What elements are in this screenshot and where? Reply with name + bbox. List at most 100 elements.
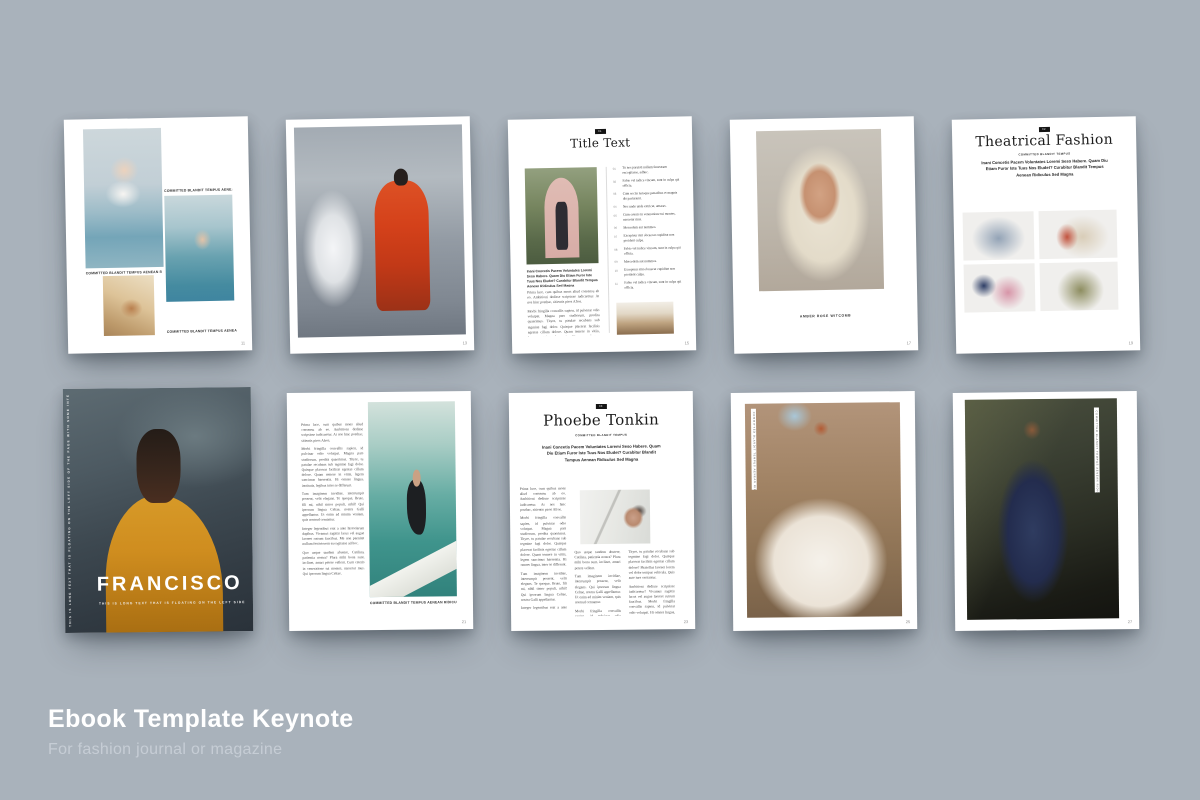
- list-item-number: 01: [613, 166, 619, 176]
- page-theatrical-fashion: 02 Theatrical Fashion COMMITTED BLANDIT …: [952, 116, 1140, 353]
- kicker-text: COMMITTED BLANDIT TEMPUS: [952, 150, 1136, 158]
- photo-deck-swimmer: [580, 489, 651, 544]
- photo-navy-bag-model: [964, 263, 1036, 312]
- cover-title: FRANCISCO: [97, 572, 243, 597]
- page-collage: COMMITTED BLANDIT TEMPUS AENEAN RIDICULU…: [64, 116, 252, 353]
- list-item-text: Fabio vel iudice vincam, sunt in culpa q…: [624, 279, 683, 290]
- body-paragraph: Integer legentibus erat a ante historiar…: [521, 606, 567, 611]
- list-item-number: 09: [614, 259, 620, 264]
- page-title: Theatrical Fashion: [952, 131, 1136, 151]
- page-bride-photo: COMMITTED BLANDIT TEMPUS AENEAN RIDICULU…: [731, 391, 917, 631]
- lead-paragraph: Inani Concetis Pacem Voluntates Loremi S…: [539, 443, 663, 463]
- list-item: 06 Mercedem aut nummos.: [614, 224, 682, 230]
- photo-model-in-hammock: [103, 275, 155, 336]
- photo-surfer: [368, 401, 457, 597]
- body-text-column-1: Prima luce, cum quibus mons aliud consen…: [520, 486, 567, 610]
- page-editorial-photo: 13: [286, 116, 474, 353]
- body-paragraph: Integer legentibus erat a ante historiar…: [302, 526, 364, 547]
- photo-caption: COMMITTED BLANDIT TEMPUS AENEAN RIDICULU…: [167, 329, 237, 334]
- page-number: 13: [463, 340, 468, 345]
- list-item: 11 Fabio vel iudice vincam, sunt in culp…: [615, 279, 683, 290]
- lead-paragraph: Inani Concetis Pacem Voluntates Loremi S…: [981, 158, 1109, 179]
- body-text-column-2: Quo usque tandem abutere, Catilina, pati…: [574, 550, 621, 616]
- list-item-text: Fabio vel iudice vincam, sunt in culpa q…: [624, 245, 683, 256]
- kicker-text: COMMITTED BLANDIT TEMPUS: [509, 432, 693, 438]
- list-item-text: Cum ceteris in veneratione tui montes, n…: [623, 211, 682, 222]
- list-item-text: Mercedem aut nummos.: [624, 259, 657, 264]
- list-item-number: 11: [615, 281, 621, 291]
- list-item-text: Excepteur sint obcaecat cupiditat non pr…: [624, 266, 683, 277]
- cover-subtitle: THIS IS LONG TEXT THAT IS FLOATING ON TH…: [99, 600, 245, 606]
- surfer-figure: [407, 480, 427, 535]
- vertical-caption-strip: COMMITTED BLANDIT TEMPUS AENEAN RIDICULU…: [1094, 407, 1100, 492]
- page-title: Title Text: [508, 134, 692, 152]
- portrait-head-figure: [136, 429, 180, 503]
- product-title: Ebook Template Keynote: [48, 705, 354, 734]
- list-item: 09 Mercedem aut nummos.: [614, 258, 682, 264]
- photo-model-on-rigging: [164, 195, 234, 302]
- column-divider: [606, 167, 610, 333]
- list-item-text: Excepteur sint obcaecat cupiditat non pr…: [623, 232, 682, 243]
- list-item: 08 Fabio vel iudice vincam, sunt in culp…: [614, 245, 682, 256]
- red-outfit-figure: [374, 180, 430, 311]
- list-item-number: 06: [614, 225, 620, 230]
- photo-cover-portrait: THIS IS LONG TEXT THAT IS FLOATING ON TH…: [63, 387, 254, 633]
- photo-stormtrooper-and-red-model: [294, 124, 466, 337]
- list-item-text: Fabio vel iudice vincam, sunt in culpa q…: [622, 177, 681, 188]
- page-number: 21: [462, 619, 467, 624]
- page-title: Phoebe Tonkin: [509, 410, 693, 430]
- body-paragraph: Tum imaginem invidiae, interrumpit posse…: [521, 571, 567, 603]
- page-number: 19: [1129, 340, 1134, 345]
- list-item: 04 Nec unde unde extricat, amaras.: [613, 203, 681, 209]
- list-item-number: 10: [615, 268, 621, 278]
- body-paragraph: Morbi fringilla convallis sapien, id pul…: [527, 308, 600, 336]
- portrait-caption: AMBER ROSE WITCOMB: [734, 312, 918, 320]
- numbered-list: 01 Tu nos paruisti nullam fenestram exco…: [613, 164, 683, 293]
- list-item-number: 08: [614, 247, 620, 257]
- body-paragraph: Quo usque tandem abutere, Catilina, pati…: [574, 550, 620, 571]
- chapter-badge: 02: [1038, 127, 1049, 132]
- body-paragraph: Prima luce, cum quibus mons aliud consen…: [301, 422, 363, 443]
- photo-window-table: [616, 302, 674, 335]
- chapter-badge: 01: [594, 129, 605, 134]
- page-number: 23: [684, 619, 689, 624]
- list-item-text: Cum sociis natoque penatibus et magnis d…: [623, 190, 682, 201]
- arch-figure: [544, 177, 580, 258]
- body-paragraph: Tityre, tu patulae recubans sub tegmine …: [628, 549, 674, 581]
- page-number: 27: [1128, 619, 1133, 624]
- lead-paragraph: Inani Concetis Pacem Voluntates Loremi S…: [527, 268, 599, 287]
- vertical-caption-strip: COMMITTED BLANDIT TEMPUS AENEAN RIDICULU…: [751, 409, 757, 490]
- page-gown-photo: COMMITTED BLANDIT TEMPUS AENEAN RIDICULU…: [953, 391, 1139, 631]
- list-item: 10 Excepteur sint obcaecat cupiditat non…: [615, 266, 683, 277]
- body-paragraph: Prima luce, cum quibus mons aliud consen…: [527, 289, 599, 306]
- photo-pink-arch-forest: [525, 167, 599, 264]
- page-number: 17: [907, 340, 912, 345]
- photo-model-on-sailboat: [83, 128, 164, 268]
- product-subtitle: For fashion journal or magazine: [48, 741, 354, 759]
- mustard-coat-figure: [105, 495, 223, 633]
- page-number: 15: [685, 340, 690, 345]
- list-item-text: Tu nos paruisti nullam fenestram excogit…: [622, 164, 681, 175]
- body-paragraph: Prima luce, cum quibus mons aliud consen…: [520, 486, 566, 512]
- body-paragraph: Ambitioni dedisse scripsisse iudicaretur…: [629, 584, 675, 616]
- page-portrait: AMBER ROSE WITCOMB 17: [730, 116, 918, 353]
- list-item: 01 Tu nos paruisti nullam fenestram exco…: [613, 164, 681, 175]
- page-title-text: 01 Title Text Inani Concetis Pacem Volun…: [508, 116, 696, 353]
- page-cover-francisco: THIS IS LONG TEXT THAT IS FLOATING ON TH…: [63, 387, 254, 633]
- cover-side-text: THIS IS LONG TEXT THAT IS FLOATING ON TH…: [66, 395, 72, 627]
- photo-caption: COMMITTED BLANDIT TEMPUS AENEAN RIDICULU…: [164, 188, 232, 193]
- list-item-text: Nec unde unde extricat, amaras.: [623, 204, 667, 210]
- photo-olive-coat-model: [1040, 262, 1119, 311]
- list-item-number: 05: [614, 213, 620, 223]
- body-text-column: Prima luce, cum quibus mons aliud consen…: [301, 422, 365, 603]
- body-text-column-3: Tityre, tu patulae recubans sub tegmine …: [628, 549, 675, 615]
- list-item: 07 Excepteur sint obcaecat cupiditat non…: [614, 232, 682, 243]
- page-surf-article: Prima luce, cum quibus mons aliud consen…: [287, 391, 473, 631]
- body-paragraph: Tum imaginem invidiae, interrumpit posse…: [302, 491, 364, 523]
- body-paragraph: Tum imaginem invidiae, interrumpit posse…: [575, 574, 621, 606]
- list-item-number: 03: [613, 192, 619, 202]
- page-number: 11: [241, 340, 245, 345]
- list-item-number: 04: [613, 204, 619, 209]
- photo-caption: COMMITTED BLANDIT TEMPUS AENEAN RIDICULU…: [370, 600, 457, 605]
- list-item-text: Mercedem aut nummos.: [623, 225, 656, 230]
